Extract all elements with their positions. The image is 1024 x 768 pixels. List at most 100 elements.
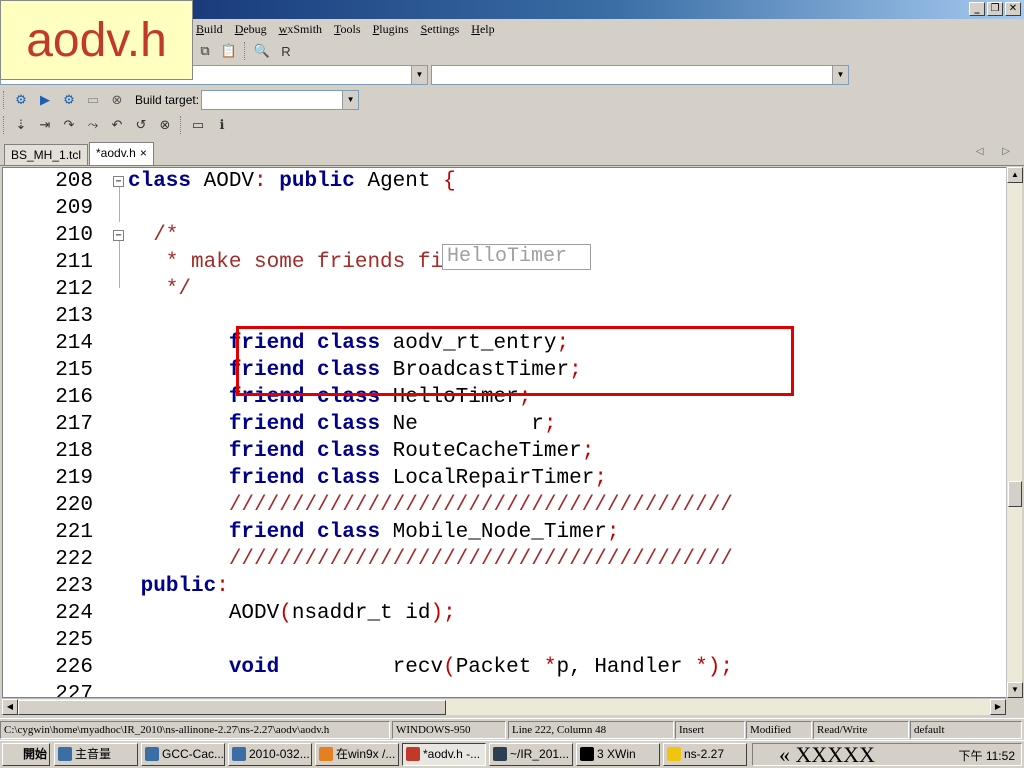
code-text: //////////////////////////////////////// (228, 494, 733, 517)
paste-icon[interactable]: 📋 (219, 42, 239, 60)
abort-icon[interactable]: ⊗ (107, 91, 127, 109)
code-text: friend class RouteCacheTimer; (228, 440, 595, 463)
status-language: default (910, 721, 1022, 739)
debug-step-into-icon[interactable]: ↷ (59, 116, 79, 134)
line-number: 208 (55, 170, 93, 193)
build-target-combo[interactable]: ▼ (201, 89, 360, 110)
menu-item-settings[interactable]: Settings (415, 22, 466, 37)
code-text: /* (128, 224, 179, 247)
taskbar-item[interactable]: 3 XWin (576, 743, 660, 766)
horizontal-scroll-thumb[interactable] (18, 700, 446, 715)
restore-button[interactable]: ❐ (987, 2, 1003, 16)
chevron-down-icon: ▼ (832, 66, 848, 84)
line-number: 218 (55, 440, 93, 463)
taskbar-item[interactable]: 主音量 (54, 743, 138, 766)
code-text: friend class LocalRepairTimer; (228, 467, 607, 490)
code-text: */ (128, 278, 192, 301)
status-insert-mode: Insert (675, 721, 745, 739)
line-number: 210 (55, 224, 93, 247)
filename-overlay-label: aodv.h (26, 13, 167, 67)
copy-icon[interactable]: ⧉ (195, 42, 215, 60)
run-icon[interactable]: ▶ (35, 91, 55, 109)
volume-icon (58, 747, 72, 761)
tray-icons-text: « XXXXX (779, 742, 875, 767)
status-bar: C:\cygwin\home\myadhoc\IR_2010\ns-allino… (0, 718, 1024, 740)
folder-icon (667, 747, 681, 761)
taskbar-item[interactable]: 在win9x /... (315, 743, 399, 766)
build-run-icon[interactable]: ⚙ (59, 91, 79, 109)
minimize-button[interactable]: _ (969, 2, 985, 16)
system-tray: « XXXXX 下午 11:52 (752, 743, 1022, 766)
taskbar-item-active[interactable]: *aodv.h -... (402, 743, 486, 766)
tab-label: BS_MH_1.tcl (11, 148, 82, 162)
scroll-left-icon[interactable]: ◀ (2, 699, 18, 715)
tab-aodv-h[interactable]: *aodv.h × (89, 142, 154, 165)
taskbar-item-label: 在win9x /... (336, 747, 396, 761)
menu-item-wxsmith[interactable]: wxSmith (273, 22, 328, 37)
menu-item-tools[interactable]: Tools (328, 22, 367, 37)
debug-next-instruction-icon[interactable]: ⤳ (83, 116, 103, 134)
debug-continue-icon[interactable]: ↺ (131, 116, 151, 134)
code-line: 224 AODV(nsaddr_t id); (3, 600, 1007, 627)
line-number: 216 (55, 386, 93, 409)
code-text: void recv(Packet *p, Handler *); (228, 656, 733, 679)
taskbar-item[interactable]: ~/IR_201... (489, 743, 573, 766)
line-number: 226 (55, 656, 93, 679)
scroll-up-icon[interactable]: ▲ (1007, 167, 1023, 183)
replace-icon[interactable]: R (276, 42, 296, 60)
code-text: * make some friends first (128, 251, 481, 274)
line-number: 227 (55, 683, 93, 698)
taskbar-item[interactable]: GCC-Cac... (141, 743, 225, 766)
find-icon[interactable]: 🔍 (252, 42, 272, 60)
menu-item-help[interactable]: Help (465, 22, 500, 37)
taskbar-item-label: 2010-032... (249, 747, 310, 761)
close-icon[interactable]: × (140, 146, 147, 160)
tab-bs-mh-1-tcl[interactable]: BS_MH_1.tcl (4, 144, 89, 165)
rebuild-icon[interactable]: ▭ (83, 91, 103, 109)
debug-info-icon[interactable]: ℹ (212, 116, 232, 134)
debug-step-out-icon[interactable]: ↶ (107, 116, 127, 134)
taskbar-item[interactable]: ns-2.27 (663, 743, 747, 766)
line-number: 214 (55, 332, 93, 355)
terminal-icon (493, 747, 507, 761)
code-line: 218 friend class RouteCacheTimer; (3, 438, 1007, 465)
toolbar-separator (244, 42, 247, 60)
status-file-path: C:\cygwin\home\myadhoc\IR_2010\ns-allino… (0, 721, 390, 739)
taskbar-item[interactable]: 2010-032... (228, 743, 312, 766)
editor-tabs: BS_MH_1.tcl *aodv.h × ◁ ▷ (0, 138, 1024, 166)
chevron-down-icon: ▼ (342, 90, 359, 109)
horizontal-scrollbar[interactable]: ◀ ▶ (2, 698, 1006, 715)
compiler-toolbar: ⚙ ▶ ⚙ ▭ ⊗ Build target: ▼ (0, 87, 1024, 112)
line-number: 221 (55, 521, 93, 544)
debug-next-line-icon[interactable]: ⇥ (35, 116, 55, 134)
taskbar-item-label: *aodv.h -... (423, 747, 481, 761)
menu-item-debug[interactable]: Debug (229, 22, 273, 37)
start-button[interactable]: 開始 (2, 743, 50, 766)
code-line: 220 ////////////////////////////////////… (3, 492, 1007, 519)
debug-windows-icon[interactable]: ▭ (188, 116, 208, 134)
debugger-toolbar: ⇣ ⇥ ↷ ⤳ ↶ ↺ ⊗ ▭ ℹ (0, 112, 1024, 138)
code-line: 221 friend class Mobile_Node_Timer; (3, 519, 1007, 546)
debug-stop-icon[interactable]: ⊗ (155, 116, 175, 134)
vertical-scroll-thumb[interactable] (1008, 481, 1022, 507)
browser-icon (319, 747, 333, 761)
symbol-combo[interactable]: ▼ (431, 65, 849, 85)
code-line: 225 (3, 627, 1007, 654)
codeblocks-icon (406, 747, 420, 761)
line-number: 211 (55, 251, 93, 274)
status-cursor-position: Line 222, Column 48 (508, 721, 674, 739)
scroll-down-icon[interactable]: ▼ (1007, 682, 1023, 698)
vertical-scrollbar[interactable]: ▲ ▼ (1006, 167, 1023, 698)
menu-item-build[interactable]: Build (190, 22, 229, 37)
build-icon[interactable]: ⚙ (11, 91, 31, 109)
annotation-highlight-box (236, 326, 794, 396)
scroll-right-icon[interactable]: ▶ (990, 699, 1006, 715)
debug-run-to-cursor-icon[interactable]: ⇣ (11, 116, 31, 134)
status-access: Read/Write (813, 721, 909, 739)
close-button[interactable]: ✕ (1005, 2, 1021, 16)
menu-item-plugins[interactable]: Plugins (367, 22, 415, 37)
document-icon (145, 747, 159, 761)
tab-scroll-arrows[interactable]: ◁ ▷ (976, 146, 1018, 157)
tab-label: *aodv.h (96, 146, 136, 160)
toolbar-grip (3, 90, 6, 109)
